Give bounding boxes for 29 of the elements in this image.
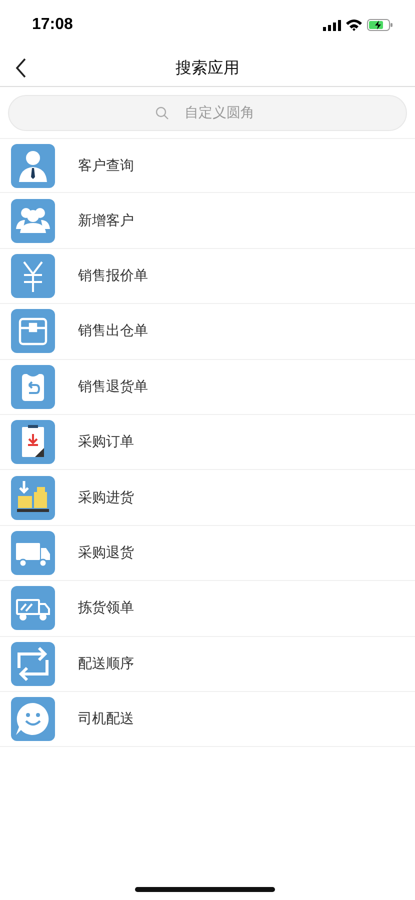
yen-icon [11, 254, 55, 298]
app-list-item[interactable]: 配送顺序 [0, 636, 415, 692]
smiley-icon [11, 697, 55, 742]
app-list-item[interactable]: 销售出仓单 [0, 304, 415, 360]
app-list-item[interactable]: 采购进货 [0, 470, 415, 526]
return-icon [11, 364, 55, 409]
box-icon [11, 309, 55, 354]
van-icon [11, 586, 55, 630]
boxes-icon [11, 476, 55, 520]
status-time: 17:08 [32, 16, 73, 34]
signal-icon [323, 20, 341, 30]
truck-icon [11, 530, 55, 575]
search-field[interactable]: 自定义圆角 [8, 95, 407, 131]
app-list-item[interactable]: 销售报价单 [0, 248, 415, 304]
wifi-icon [346, 19, 362, 31]
back-button[interactable] [15, 58, 27, 78]
app-list-item[interactable]: 拣货领单 [0, 581, 415, 637]
swap-arrows-icon [11, 642, 55, 686]
app-list-item[interactable]: 新增客户 [0, 193, 415, 249]
app-list-item[interactable]: 司机配送 [0, 692, 415, 748]
document-icon [11, 420, 55, 464]
app-list-item[interactable]: 采购退货 [0, 526, 415, 582]
app-list-item[interactable]: 销售退货单 [0, 360, 415, 415]
battery-icon [367, 19, 393, 31]
app-list-item[interactable]: 采购订单 [0, 414, 415, 470]
page-title: 搜索应用 [176, 58, 240, 78]
person-icon [11, 144, 55, 188]
app-list-item[interactable]: 客户查询 [0, 138, 415, 194]
people-icon [11, 198, 55, 243]
